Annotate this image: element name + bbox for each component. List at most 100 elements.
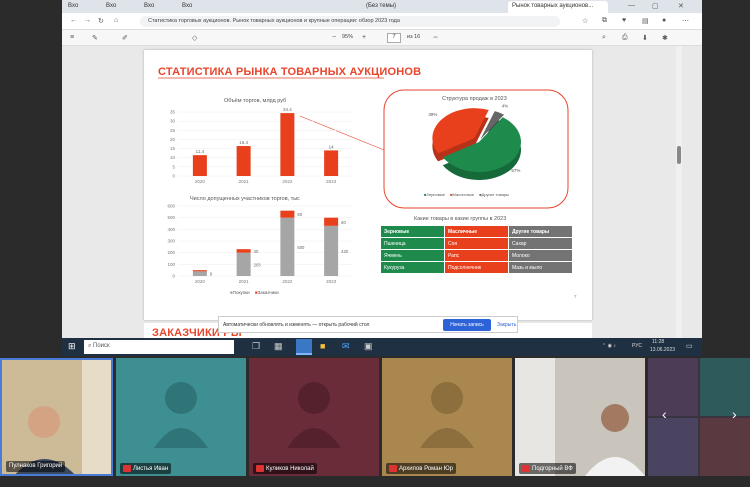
table-cell: Рапс xyxy=(444,249,509,262)
table-row: Кукуруза Подсолнечник Мазь и мыло xyxy=(380,261,573,274)
zoom-out-icon[interactable]: − xyxy=(332,34,336,41)
participant-tile[interactable]: Подгорный ВФ xyxy=(515,358,645,476)
bar-customers xyxy=(280,210,295,218)
avatar-icon xyxy=(154,382,208,448)
volume-chart: 35 30 25 20 15 10 5 0 11.4 2020 16.4 2021 34.4 2022 14… xyxy=(170,107,353,184)
collections-icon[interactable]: ▤ xyxy=(642,17,649,25)
tab-active[interactable]: Рынок товарных аукционов... xyxy=(508,1,608,13)
data-label: 500 xyxy=(297,245,305,250)
tab-3[interactable]: Bxo xyxy=(140,1,176,13)
data-label: 11.4 xyxy=(196,149,205,154)
close-icon[interactable]: ✕ xyxy=(678,2,684,10)
profile-icon[interactable]: ● xyxy=(662,17,666,24)
tab-5[interactable]: (Без темы) xyxy=(362,1,472,13)
print-icon[interactable]: ⎙ xyxy=(622,34,628,42)
y-tick-label: 30 xyxy=(170,119,176,124)
fit-page-icon[interactable]: ⇔ xyxy=(432,34,439,41)
participant-tile[interactable]: Архипов Роман Юр xyxy=(382,358,512,476)
mail-icon[interactable]: ✉ xyxy=(342,341,350,352)
participant-video xyxy=(2,360,111,474)
highlight-icon[interactable]: ✐ xyxy=(122,34,128,42)
clock-time[interactable]: 11:28 xyxy=(652,339,664,345)
mic-muted-icon xyxy=(123,465,131,472)
zoom-in-icon[interactable]: + xyxy=(362,34,366,41)
volume-chart-title: Объём торгов, млрд руб xyxy=(224,98,287,104)
x-tick-label: 2023 xyxy=(326,179,337,184)
scrollbar[interactable] xyxy=(676,46,682,338)
minimize-icon[interactable]: — xyxy=(628,2,635,9)
y-tick-label: 0 xyxy=(172,174,175,179)
task-view-icon[interactable]: ❐ xyxy=(252,341,260,352)
contents-icon[interactable]: ≡ xyxy=(70,34,74,41)
y-tick-label: 10 xyxy=(170,155,176,160)
more-participants-tile[interactable]: ‹ › xyxy=(648,358,750,476)
forward-icon[interactable]: → xyxy=(84,17,91,24)
pin-icon[interactable]: ✱ xyxy=(662,34,668,42)
participant-tile[interactable]: Пулнаков Григорий xyxy=(0,358,113,476)
participant-tile[interactable]: Листья Иван xyxy=(116,358,246,476)
table-row: Пшеница Соя Сахар xyxy=(380,237,573,250)
zoom-level: 95% xyxy=(342,34,354,40)
avatar-icon xyxy=(420,382,474,448)
tab-1[interactable]: Bxo xyxy=(64,1,100,13)
participant-video xyxy=(515,358,645,476)
x-tick-label: 2021 xyxy=(239,279,250,284)
start-recording-button[interactable]: Начать запись xyxy=(443,319,491,331)
table-cell: Сахар xyxy=(508,237,573,250)
table-title: Какие товары в какие группы в 2023 xyxy=(414,216,507,222)
pie-data-label: 57% xyxy=(511,168,520,173)
extensions-icon[interactable]: ⧉ xyxy=(602,17,607,25)
url-field[interactable]: Статистика торговых аукционов. Рынок тов… xyxy=(140,16,560,27)
bar-customers xyxy=(236,249,251,253)
table-header: Зерновые xyxy=(380,225,445,238)
clock-date[interactable]: 13.06.2023 xyxy=(650,347,675,353)
y-tick-label: 20 xyxy=(170,137,176,142)
pie-data-label: 39% xyxy=(428,112,437,117)
table-cell: Соя xyxy=(444,237,509,250)
close-share-bar-button[interactable]: Закрыть xyxy=(497,322,516,328)
data-label: 40 xyxy=(254,249,259,254)
notifications-icon[interactable]: ▭ xyxy=(686,342,693,350)
bar-buyers xyxy=(192,271,207,276)
chevron-left-icon[interactable]: ‹ xyxy=(662,406,667,422)
tab-2[interactable]: Bxo xyxy=(102,1,138,13)
table-cell: Подсолнечник xyxy=(444,261,509,274)
x-tick-label: 2023 xyxy=(326,279,337,284)
tab-4[interactable]: Bxo xyxy=(178,1,214,13)
windows-start-icon[interactable]: ⊞ xyxy=(68,341,76,352)
table-header: Другие товары xyxy=(508,225,573,238)
favorites-icon[interactable]: ♥ xyxy=(622,17,626,24)
search-icon[interactable]: ⌕ xyxy=(602,34,606,42)
maximize-icon[interactable]: ▢ xyxy=(652,2,659,10)
page-input[interactable]: 7 xyxy=(387,33,401,43)
explorer-icon[interactable]: ▦ xyxy=(274,341,283,352)
home-icon[interactable]: ⌂ xyxy=(114,17,118,24)
y-tick-label: 200 xyxy=(167,250,175,255)
y-tick-label: 5 xyxy=(172,164,175,169)
draw-icon[interactable]: ✎ xyxy=(92,34,98,42)
erase-icon[interactable]: ◇ xyxy=(192,34,197,42)
scrollbar-thumb[interactable] xyxy=(677,146,681,164)
language-indicator[interactable]: РУС xyxy=(632,343,642,349)
x-tick-label: 2020 xyxy=(195,179,206,184)
pie-legend: ■Зерновые ■Масличные ■Другие товары xyxy=(424,192,509,197)
x-tick-label: 2021 xyxy=(239,179,250,184)
reload-icon[interactable]: ↻ xyxy=(98,17,104,25)
y-tick-label: 100 xyxy=(167,262,175,267)
chevron-right-icon[interactable]: › xyxy=(732,406,737,422)
categories-table: Зерновые Масличные Другие товары Пшеница… xyxy=(380,225,573,274)
edge-icon[interactable] xyxy=(296,339,312,355)
slide-page: СТАТИСТИКА РЫНКА ТОВАРНЫХ АУКЦИОНОВ Объё… xyxy=(144,50,592,320)
pie-legend-grain: Зерновые xyxy=(426,192,445,197)
save-icon[interactable]: ⬇ xyxy=(642,34,648,42)
mic-muted-icon xyxy=(522,465,530,472)
folder-icon[interactable]: ■ xyxy=(320,341,325,351)
menu-icon[interactable]: ⋯ xyxy=(682,17,689,25)
back-icon[interactable]: ← xyxy=(70,17,77,24)
taskbar-search[interactable]: ⌕ Поиск xyxy=(84,340,234,354)
participant-tile[interactable]: Куликов Николай xyxy=(249,358,379,476)
tray-icons[interactable]: ⌃ ◉ ♪ xyxy=(602,343,616,349)
star-icon[interactable]: ☆ xyxy=(582,17,588,25)
app-icon[interactable]: ▣ xyxy=(364,341,373,352)
table-cell: Кукуруза xyxy=(380,261,445,274)
